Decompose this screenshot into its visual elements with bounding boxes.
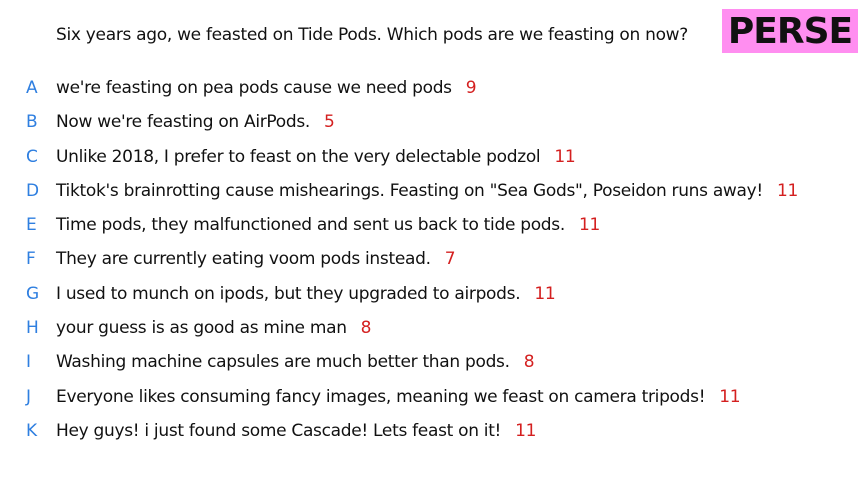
answer-letter: K [26,420,38,441]
answer-content: Time pods, they malfunctioned and sent u… [56,211,600,239]
answer-score: 11 [554,146,576,167]
answer-row-c: C Unlike 2018, I prefer to feast on the … [0,143,864,177]
answer-score: 11 [534,283,556,304]
answer-score: 7 [444,249,456,270]
answer-text: Tiktok's brainrotting cause mishearings.… [56,180,763,201]
answer-content: Tiktok's brainrotting cause mishearings.… [56,177,798,205]
answer-score: 5 [324,112,335,133]
answer-score: 11 [719,386,741,407]
answer-row-k: K Hey guys! i just found some Cascade! L… [0,417,864,451]
answer-text: Now we're feasting on AirPods. [56,112,311,133]
question-prompt: Six years ago, we feasted on Tide Pods. … [56,25,689,45]
answer-letter: D [26,180,40,201]
answer-row-b: B Now we're feasting on AirPods. 5 [0,108,864,142]
answer-text: Everyone likes consuming fancy images, m… [56,386,706,407]
answer-letter: A [26,78,38,98]
answer-letter: H [26,318,39,339]
answer-text: Time pods, they malfunctioned and sent u… [56,215,565,236]
answer-row-i: I Washing machine capsules are much bett… [0,348,864,382]
answer-row-d: D Tiktok's brainrotting cause mishearing… [0,177,864,211]
answer-text: Unlike 2018, I prefer to feast on the ve… [56,146,541,167]
answer-content: we're feasting on pea pods cause we need… [56,74,477,102]
answer-letter: E [26,215,37,236]
answer-content: Hey guys! i just found some Cascade! Let… [56,417,536,445]
answer-row-h: H your guess is as good as mine man 8 [0,314,864,348]
answer-letter: I [26,352,32,373]
answer-content: They are currently eating voom pods inst… [56,245,456,273]
answer-content: Everyone likes consuming fancy images, m… [56,383,741,411]
player-name-badge: PERSE [722,9,858,53]
answer-letter: C [26,146,38,167]
answer-letter: F [26,249,36,270]
answer-text: your guess is as good as mine man [56,318,347,339]
answer-text: I used to munch on ipods, but they upgra… [56,283,521,304]
answer-row-a: A we're feasting on pea pods cause we ne… [0,74,864,108]
answer-content: Unlike 2018, I prefer to feast on the ve… [56,143,576,171]
answer-row-j: J Everyone likes consuming fancy images,… [0,383,864,417]
answer-score: 11 [776,180,798,201]
answer-content: I used to munch on ipods, but they upgra… [56,280,556,308]
answer-content: Washing machine capsules are much better… [56,348,535,376]
answer-score: 8 [523,352,535,373]
answer-row-g: G I used to munch on ipods, but they upg… [0,280,864,314]
answer-score: 8 [360,318,372,339]
answer-text: we're feasting on pea pods cause we need… [56,78,452,98]
answer-row-e: E Time pods, they malfunctioned and sent… [0,211,864,245]
answer-content: Now we're feasting on AirPods. 5 [56,108,335,136]
answer-score: 9 [465,78,477,98]
answer-text: Washing machine capsules are much better… [56,352,510,373]
answer-list: A we're feasting on pea pods cause we ne… [0,74,864,451]
answer-text: Hey guys! i just found some Cascade! Let… [56,420,502,441]
answer-score: 11 [578,215,601,236]
answer-text: They are currently eating voom pods inst… [56,249,431,270]
answer-letter: J [26,386,32,407]
answer-letter: B [26,112,38,133]
answer-letter: G [26,283,40,304]
answer-row-f: F They are currently eating voom pods in… [0,245,864,279]
answer-score: 11 [515,420,537,441]
answer-content: your guess is as good as mine man 8 [56,314,371,342]
